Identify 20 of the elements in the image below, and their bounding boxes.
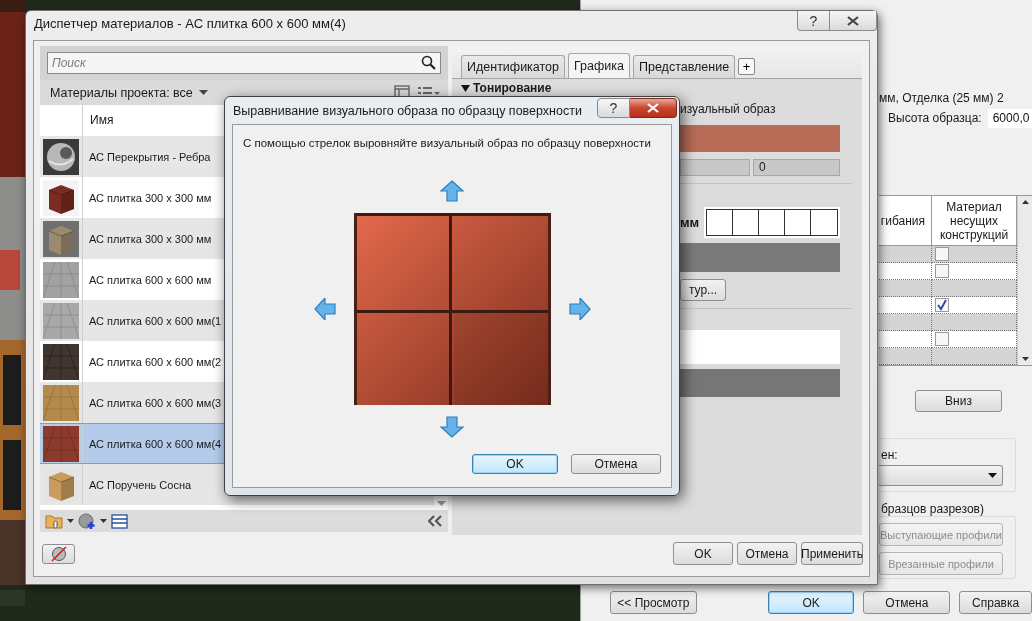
field-label: ен: [880,448,899,462]
item-name: АС плитка 600 x 600 мм(1 [88,314,222,327]
section-title: Тонирование [473,82,552,95]
field-label: Высота образца: [888,111,982,125]
item-name: АС плитка 600 x 600 мм [88,273,212,286]
window-title: Диспетчер материалов - АС плитка 600 x 600 мм(4) [33,15,346,33]
field-label: изуальный образ [680,102,777,117]
item-name: АС плитка 300 x 300 мм [88,232,212,245]
item-name: АС плитка 600 x 600 мм(3 [88,396,222,409]
column-header: Имя [89,112,114,129]
group-label: бразцов разрезов) [880,502,984,516]
instruction-text: С помощью стрелок выровняйте визуальный образ по образцу поверхности [243,136,651,151]
item-name: АС плитка 600 x 600 мм(4 [88,437,222,450]
item-name: АС Поручень Сосна [88,478,192,491]
layer-description: мм, Отделка (25 мм) 2 [879,90,1004,106]
item-name: АС плитка 300 x 300 мм [88,191,212,204]
field-label: мм [680,215,700,230]
item-name: АС Перекрытия - Ребра [88,150,211,163]
dialog-title: Выравнивание визуального образа по образцу поверхности [232,103,582,120]
item-name: АС плитка 600 x 600 мм(2 [88,355,222,368]
